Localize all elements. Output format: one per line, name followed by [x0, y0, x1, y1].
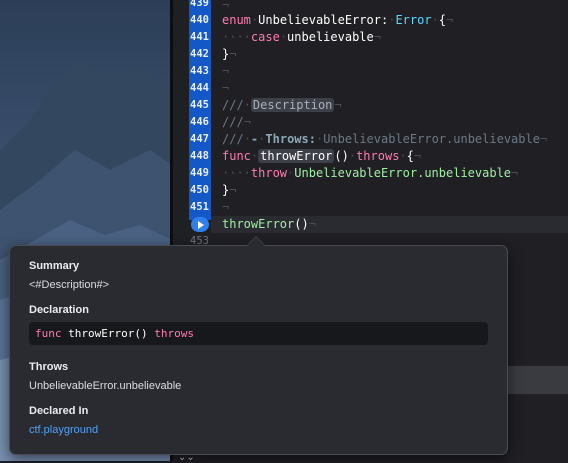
declared-in-heading: Declared In — [29, 405, 89, 417]
line-number: 439 — [190, 0, 209, 9]
code-line-448: func· throwError ()·throws·{¬ — [222, 149, 422, 163]
code-line-446: ///¬ — [222, 115, 251, 129]
summary-value: <#Description#> — [29, 279, 110, 291]
line-number: 445 — [190, 99, 209, 111]
line-number: 444 — [190, 82, 209, 94]
line-number: 450 — [190, 184, 209, 196]
quick-help-popover: Summary <#Description#> Declaration func… — [9, 245, 508, 455]
line-number: 446 — [190, 116, 209, 128]
throws-heading: Throws — [29, 361, 69, 373]
code-line-443: ¬ — [222, 64, 230, 78]
throws-value: UnbelievableError.unbelievable — [29, 380, 182, 392]
code-line-449: ····throw·UnbelievableError.unbelievable… — [222, 166, 519, 180]
code-line-444: ¬ — [222, 81, 230, 95]
declared-in-link[interactable]: ctf.playground — [29, 424, 98, 436]
code-line-441: ····case·unbelievable¬ — [222, 30, 381, 44]
line-number: 448 — [190, 150, 209, 162]
declaration-heading: Declaration — [29, 304, 89, 316]
line-number: 443 — [190, 65, 209, 77]
line-number: 441 — [190, 31, 209, 43]
code-line-440: enum·UnbelievableError:·Error·{¬ — [222, 13, 454, 27]
code-line-442: }¬ — [222, 47, 237, 61]
line-number: 442 — [190, 48, 209, 60]
declaration-code-box: func throwError() throws — [29, 322, 488, 345]
line-number: 451 — [190, 201, 209, 213]
line-number: 440 — [190, 14, 209, 26]
code-line-447: ///·-·Throws:·UnbelievableError.unbeliev… — [222, 132, 548, 146]
code-line-450: }¬ — [222, 183, 237, 197]
summary-heading: Summary — [29, 260, 80, 272]
popover-arrow-fill — [247, 237, 265, 246]
code-line-452[interactable]: throwError()¬ — [222, 216, 316, 233]
line-number: 447 — [190, 133, 209, 145]
debug-area-bar — [508, 366, 568, 394]
code-line-451: ¬ — [222, 200, 230, 214]
declaration-code: func throwError() throws — [35, 327, 194, 340]
play-icon[interactable] — [191, 217, 209, 232]
line-number: 449 — [190, 167, 209, 179]
code-line-445: ///· Description ¬ — [222, 98, 342, 112]
